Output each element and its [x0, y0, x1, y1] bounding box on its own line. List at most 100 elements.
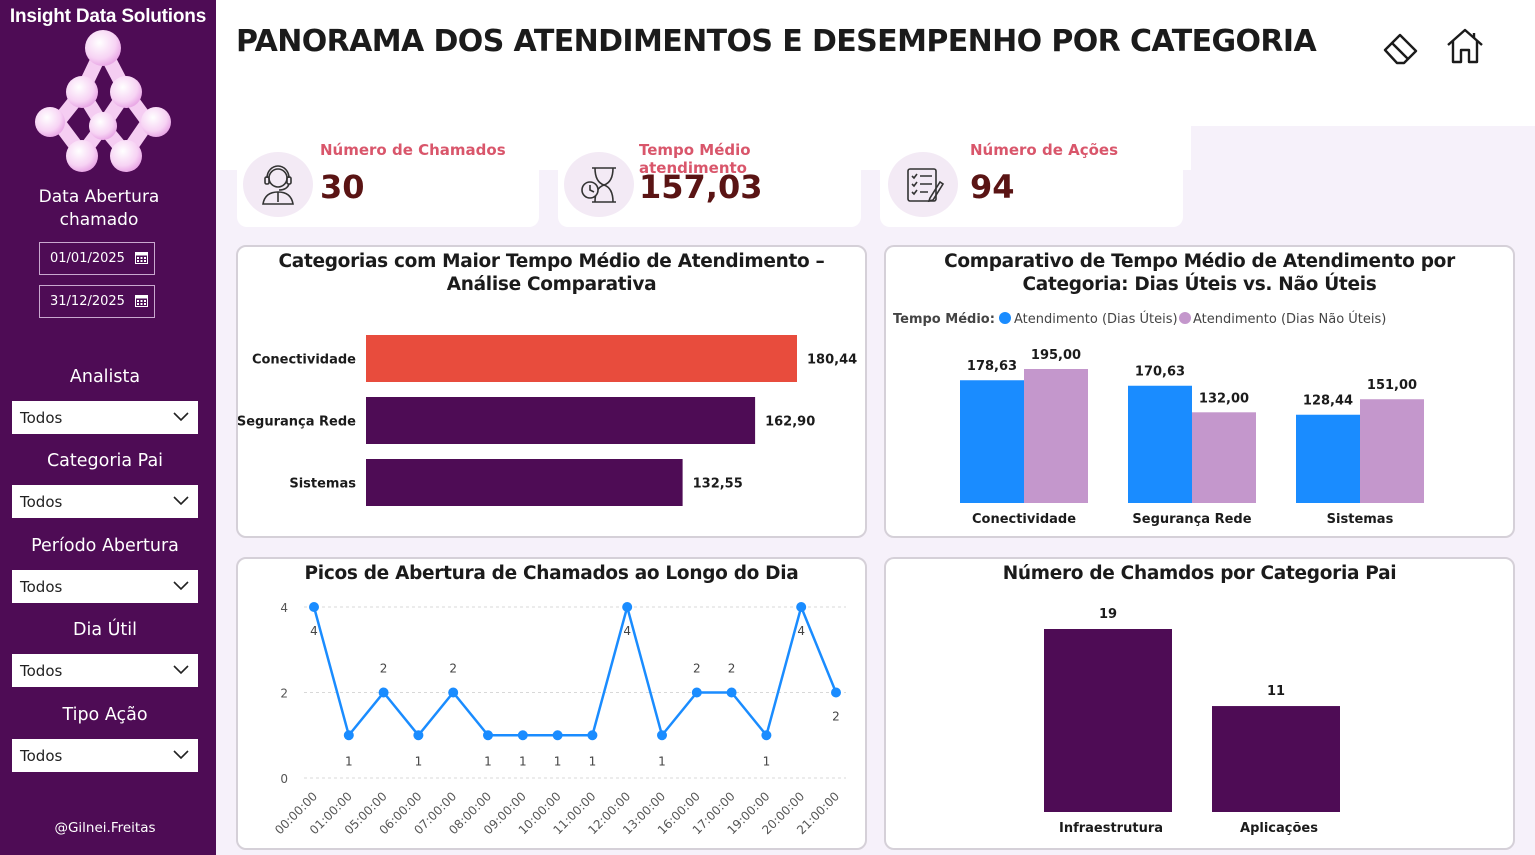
data-label: 4 — [310, 624, 318, 638]
data-label: 1 — [345, 754, 353, 768]
chevron-down-icon — [173, 750, 189, 760]
data-label: 2 — [380, 662, 388, 676]
legend-entry: Atendimento (Dias Não Úteis) — [1193, 311, 1386, 327]
line-chart: 024400:00:00101:00:00205:00:00106:00:002… — [272, 601, 846, 837]
data-label: 1 — [763, 754, 771, 768]
chart-card-categorias-tempo: Categorias com Maior Tempo Médio de Aten… — [236, 245, 867, 538]
sidebar: Insight Data Solutions Data Abertura cha… — [0, 0, 216, 855]
bar — [1128, 385, 1192, 503]
data-point — [343, 730, 354, 741]
kpi-label: Número de Ações — [970, 141, 1119, 159]
filter-dropdown-periodo-abertura[interactable]: Todos — [12, 570, 198, 603]
data-point — [622, 602, 633, 612]
series-line — [312, 602, 838, 738]
filter-label-dia-util: Dia Útil — [72, 620, 138, 640]
data-point — [831, 687, 841, 698]
legend-marker — [1179, 312, 1191, 324]
checklist-icon — [888, 152, 958, 217]
kpi-card-chamados: Número de Chamados 30 — [237, 126, 539, 227]
data-label: 195,00 — [1031, 348, 1081, 363]
date-start-input[interactable]: 01/01/2025 — [39, 242, 155, 275]
data-label: 1 — [658, 754, 666, 768]
data-label: 4 — [623, 624, 631, 638]
category-label: Segurança Rede — [238, 415, 356, 430]
data-label: 128,44 — [1303, 394, 1353, 409]
data-label: 19 — [1099, 607, 1117, 622]
category-label: Segurança Rede — [1132, 512, 1251, 527]
data-point — [517, 730, 528, 741]
filter-label-periodo-abertura: Período Abertura — [31, 536, 179, 556]
dropdown-value: Todos — [20, 492, 63, 511]
data-label: 132,55 — [693, 477, 743, 492]
clustered-column-chart: Tempo Médio: Atendimento (Dias Úteis) Aten… — [893, 311, 1424, 527]
chevron-down-icon — [173, 412, 189, 422]
column-chart: 19 Infraestrutura 11 Aplicações — [1044, 607, 1340, 836]
brand-name: Insight Data Solutions — [9, 6, 207, 27]
category-label: Infraestrutura — [1059, 821, 1163, 836]
bar — [960, 380, 1024, 503]
date-end-input[interactable]: 31/12/2025 — [39, 285, 155, 318]
data-point — [309, 602, 319, 612]
data-label: 170,63 — [1135, 365, 1185, 380]
headset-agent-icon — [243, 152, 313, 217]
main-area: PANORAMA DOS ATENDIMENTOS E DESEMPENHO P… — [216, 0, 1535, 855]
category-label: Sistemas — [289, 477, 356, 492]
data-label: 132,00 — [1199, 391, 1249, 406]
kpi-value: 157,03 — [639, 168, 763, 206]
category-label: Aplicações — [1240, 821, 1318, 836]
dropdown-value: Todos — [20, 746, 63, 765]
calendar-icon[interactable] — [135, 294, 148, 307]
filter-dropdown-analista[interactable]: Todos — [12, 401, 198, 434]
header: PANORAMA DOS ATENDIMENTOS E DESEMPENHO P… — [216, 0, 1535, 126]
data-label: 1 — [519, 754, 527, 768]
bar — [1212, 706, 1340, 812]
dropdown-value: Todos — [20, 661, 63, 680]
calendar-icon[interactable] — [135, 251, 148, 264]
category-label: Conectividade — [252, 353, 356, 368]
legend-entry: Atendimento (Dias Úteis) — [1014, 311, 1178, 327]
kpi-label: Número de Chamados — [320, 141, 506, 159]
data-label: 1 — [554, 754, 562, 768]
data-point — [761, 730, 772, 741]
hbar-chart: Conectividade 180,44 Segurança Rede 162,90 S… — [238, 335, 857, 506]
y-tick-label: 4 — [280, 601, 288, 615]
filter-dropdown-tipo-acao[interactable]: Todos — [12, 739, 198, 772]
bar — [1296, 414, 1360, 503]
bar — [366, 397, 756, 444]
data-point — [552, 730, 563, 741]
data-point — [413, 730, 424, 741]
filter-label-analista: Analista — [69, 367, 141, 387]
data-label: 1 — [589, 754, 597, 768]
chart-card-categoria-pai: Número de Chamdos por Categoria Pai 19 In… — [884, 557, 1515, 850]
brand-logo-icon — [35, 30, 171, 172]
data-point — [691, 687, 702, 698]
data-label: 162,90 — [765, 415, 815, 430]
data-point — [448, 687, 459, 698]
eraser-icon[interactable] — [1380, 26, 1420, 66]
chevron-down-icon — [173, 581, 189, 591]
data-label: 180,44 — [807, 353, 857, 368]
data-label: 151,00 — [1367, 378, 1417, 393]
filter-dropdown-categoria-pai[interactable]: Todos — [12, 485, 198, 518]
chart-card-picos-abertura: Picos de Abertura de Chamados ao Longo d… — [236, 557, 867, 850]
bar — [366, 459, 683, 506]
data-point — [483, 730, 493, 741]
data-point — [378, 687, 389, 698]
legend-title: Tempo Médio: — [893, 312, 995, 327]
category-label: Conectividade — [972, 512, 1076, 527]
date-filter-title: Data Abertura chamado — [38, 187, 160, 230]
data-label: 178,63 — [967, 359, 1017, 374]
y-tick-label: 2 — [280, 687, 288, 701]
filter-dropdown-dia-util[interactable]: Todos — [12, 654, 198, 687]
filter-label-categoria-pai: Categoria Pai — [46, 451, 164, 471]
data-label: 2 — [728, 662, 736, 676]
date-start-value: 01/01/2025 — [50, 251, 125, 266]
data-label: 2 — [449, 662, 457, 676]
bar — [1192, 412, 1256, 503]
bar — [1360, 399, 1424, 503]
data-label: 4 — [797, 624, 805, 638]
author-handle: @Gilnei.Freitas — [54, 820, 156, 836]
data-point — [587, 730, 598, 741]
home-icon[interactable] — [1445, 26, 1485, 66]
category-label: Sistemas — [1327, 512, 1394, 527]
